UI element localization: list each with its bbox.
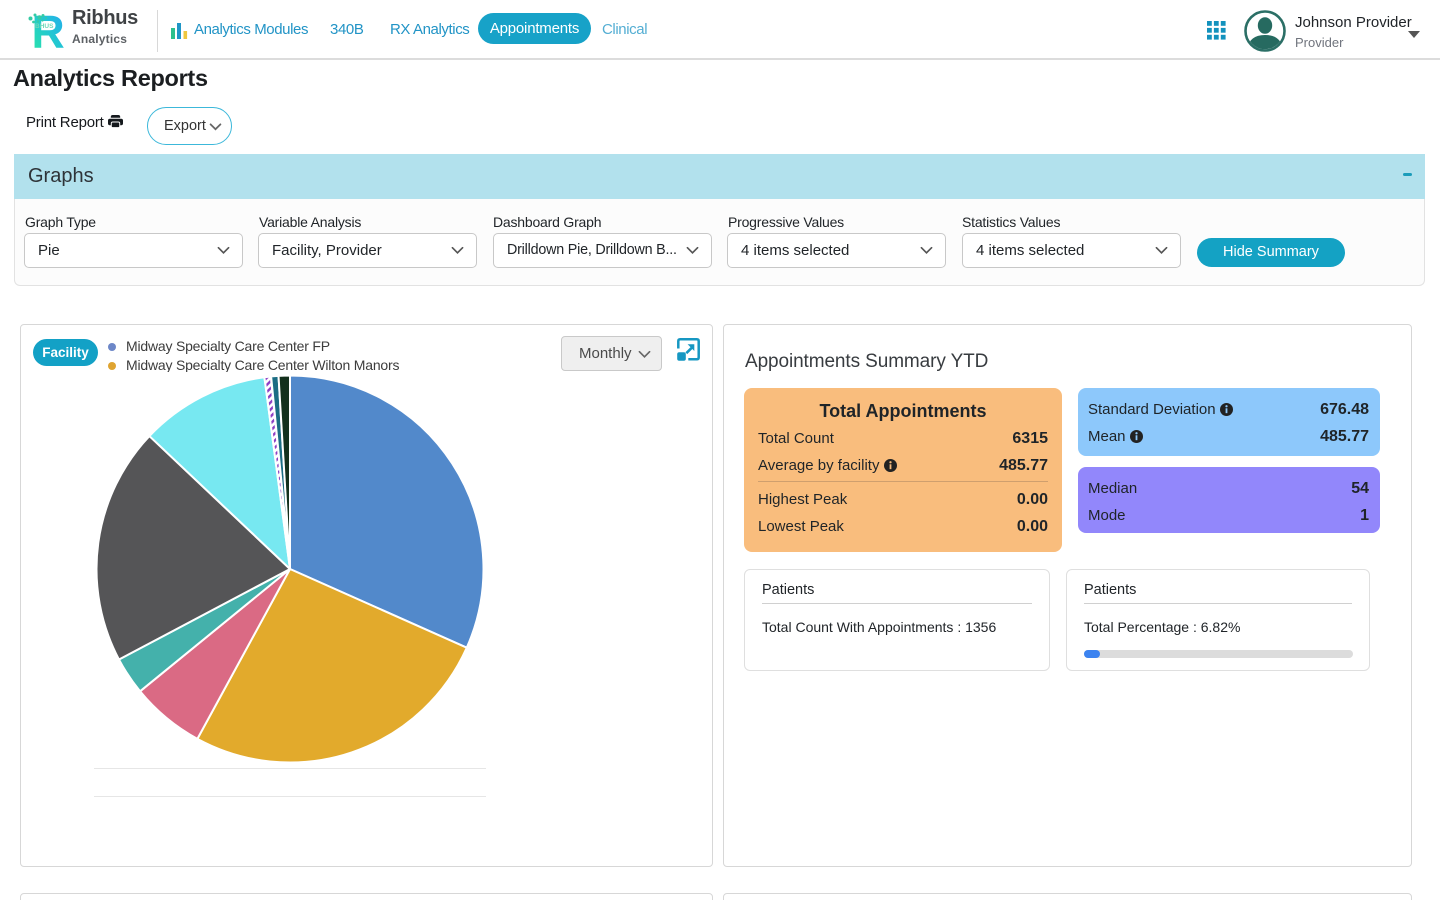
svg-text:R: R <box>32 10 65 50</box>
svg-text:BHUS: BHUS <box>35 23 54 30</box>
